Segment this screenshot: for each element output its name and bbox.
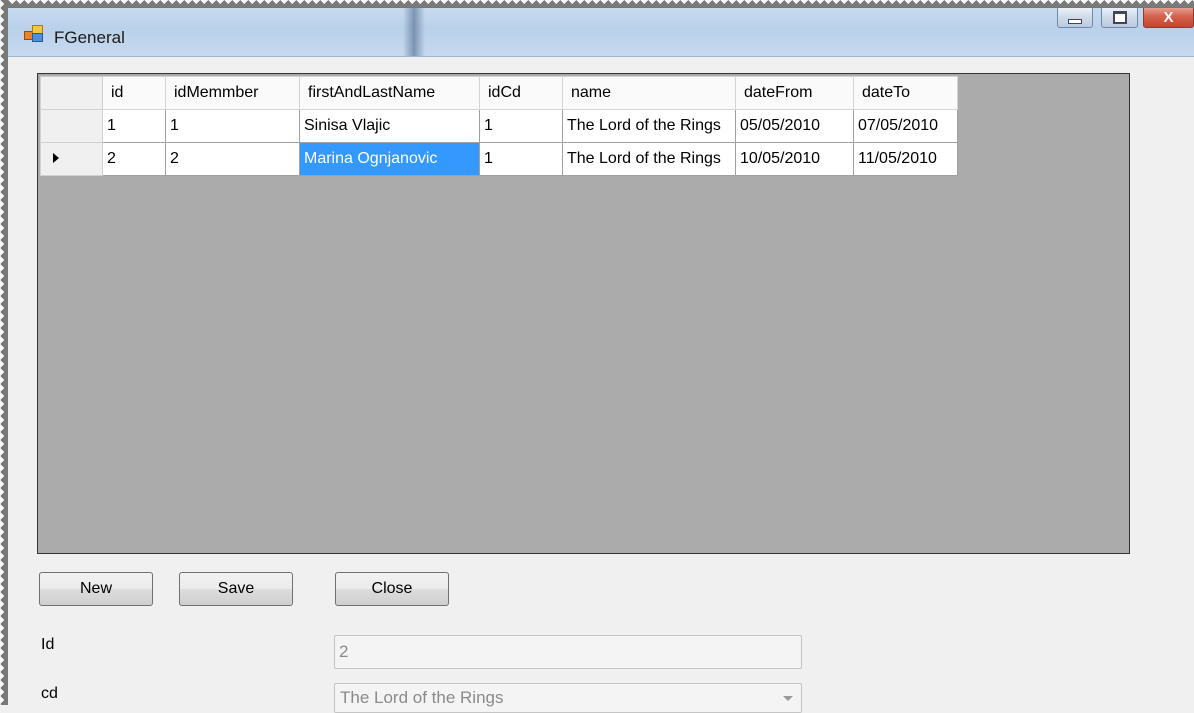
- screenshot-edge-top: [0, 0, 1194, 8]
- new-button[interactable]: New: [39, 572, 153, 606]
- cell-name[interactable]: The Lord of the Rings: [562, 109, 736, 143]
- cell-dateto[interactable]: 07/05/2010: [853, 109, 958, 143]
- cell-dateto[interactable]: 11/05/2010: [853, 142, 958, 176]
- save-button[interactable]: Save: [179, 572, 293, 606]
- title-bar-reflection: [403, 6, 425, 56]
- cd-combobox[interactable]: The Lord of the Rings: [334, 683, 802, 713]
- column-header-name[interactable]: name: [562, 76, 736, 110]
- cell-firstandlastname-selected[interactable]: Marina Ognjanovic: [299, 142, 480, 176]
- id-field[interactable]: [334, 635, 802, 669]
- column-header-datefrom[interactable]: dateFrom: [735, 76, 854, 110]
- close-icon: X: [1163, 8, 1174, 26]
- main-window: FGeneral X id idMemmber firstAndLastName…: [0, 0, 1194, 713]
- column-header-dateto[interactable]: dateTo: [853, 76, 958, 110]
- title-bar[interactable]: FGeneral: [8, 6, 1194, 57]
- close-button[interactable]: Close: [335, 572, 449, 606]
- app-icon[interactable]: [24, 25, 43, 42]
- cell-datefrom[interactable]: 10/05/2010: [735, 142, 854, 176]
- table-row[interactable]: 2 2 Marina Ognjanovic 1 The Lord of the …: [40, 142, 958, 176]
- cell-idcd[interactable]: 1: [479, 109, 563, 143]
- current-row-arrow-icon: [53, 153, 59, 163]
- column-header-id[interactable]: id: [102, 76, 166, 110]
- screenshot-edge-left: [0, 0, 8, 705]
- header-row: id idMemmber firstAndLastName idCd name …: [40, 76, 958, 110]
- cell-idmemmber[interactable]: 1: [165, 109, 300, 143]
- cd-combobox-value: The Lord of the Rings: [340, 688, 504, 707]
- column-header-firstandlastname[interactable]: firstAndLastName: [299, 76, 480, 110]
- cell-id[interactable]: 2: [102, 142, 166, 176]
- maximize-button[interactable]: [1101, 6, 1138, 28]
- cell-idcd[interactable]: 1: [479, 142, 563, 176]
- cell-idmemmber[interactable]: 2: [165, 142, 300, 176]
- cd-label: cd: [41, 685, 58, 702]
- id-label: Id: [41, 636, 55, 653]
- cell-name[interactable]: The Lord of the Rings: [562, 142, 736, 176]
- cell-id[interactable]: 1: [102, 109, 166, 143]
- chevron-down-icon[interactable]: [783, 696, 793, 701]
- minimize-icon: [1068, 18, 1082, 24]
- row-header-current[interactable]: [40, 142, 103, 176]
- minimize-button[interactable]: [1057, 6, 1093, 28]
- cell-firstandlastname[interactable]: Sinisa Vlajic: [299, 109, 480, 143]
- maximize-icon: [1112, 10, 1127, 24]
- window-title: FGeneral: [54, 28, 125, 47]
- data-grid[interactable]: id idMemmber firstAndLastName idCd name …: [37, 73, 1130, 554]
- close-window-button[interactable]: X: [1143, 6, 1194, 28]
- corner-header[interactable]: [40, 76, 103, 110]
- cell-datefrom[interactable]: 05/05/2010: [735, 109, 854, 143]
- table-row[interactable]: 1 1 Sinisa Vlajic 1 The Lord of the Ring…: [40, 109, 958, 143]
- data-grid-table: id idMemmber firstAndLastName idCd name …: [40, 76, 958, 176]
- row-header[interactable]: [40, 109, 103, 143]
- column-header-idmemmber[interactable]: idMemmber: [165, 76, 300, 110]
- column-header-idcd[interactable]: idCd: [479, 76, 563, 110]
